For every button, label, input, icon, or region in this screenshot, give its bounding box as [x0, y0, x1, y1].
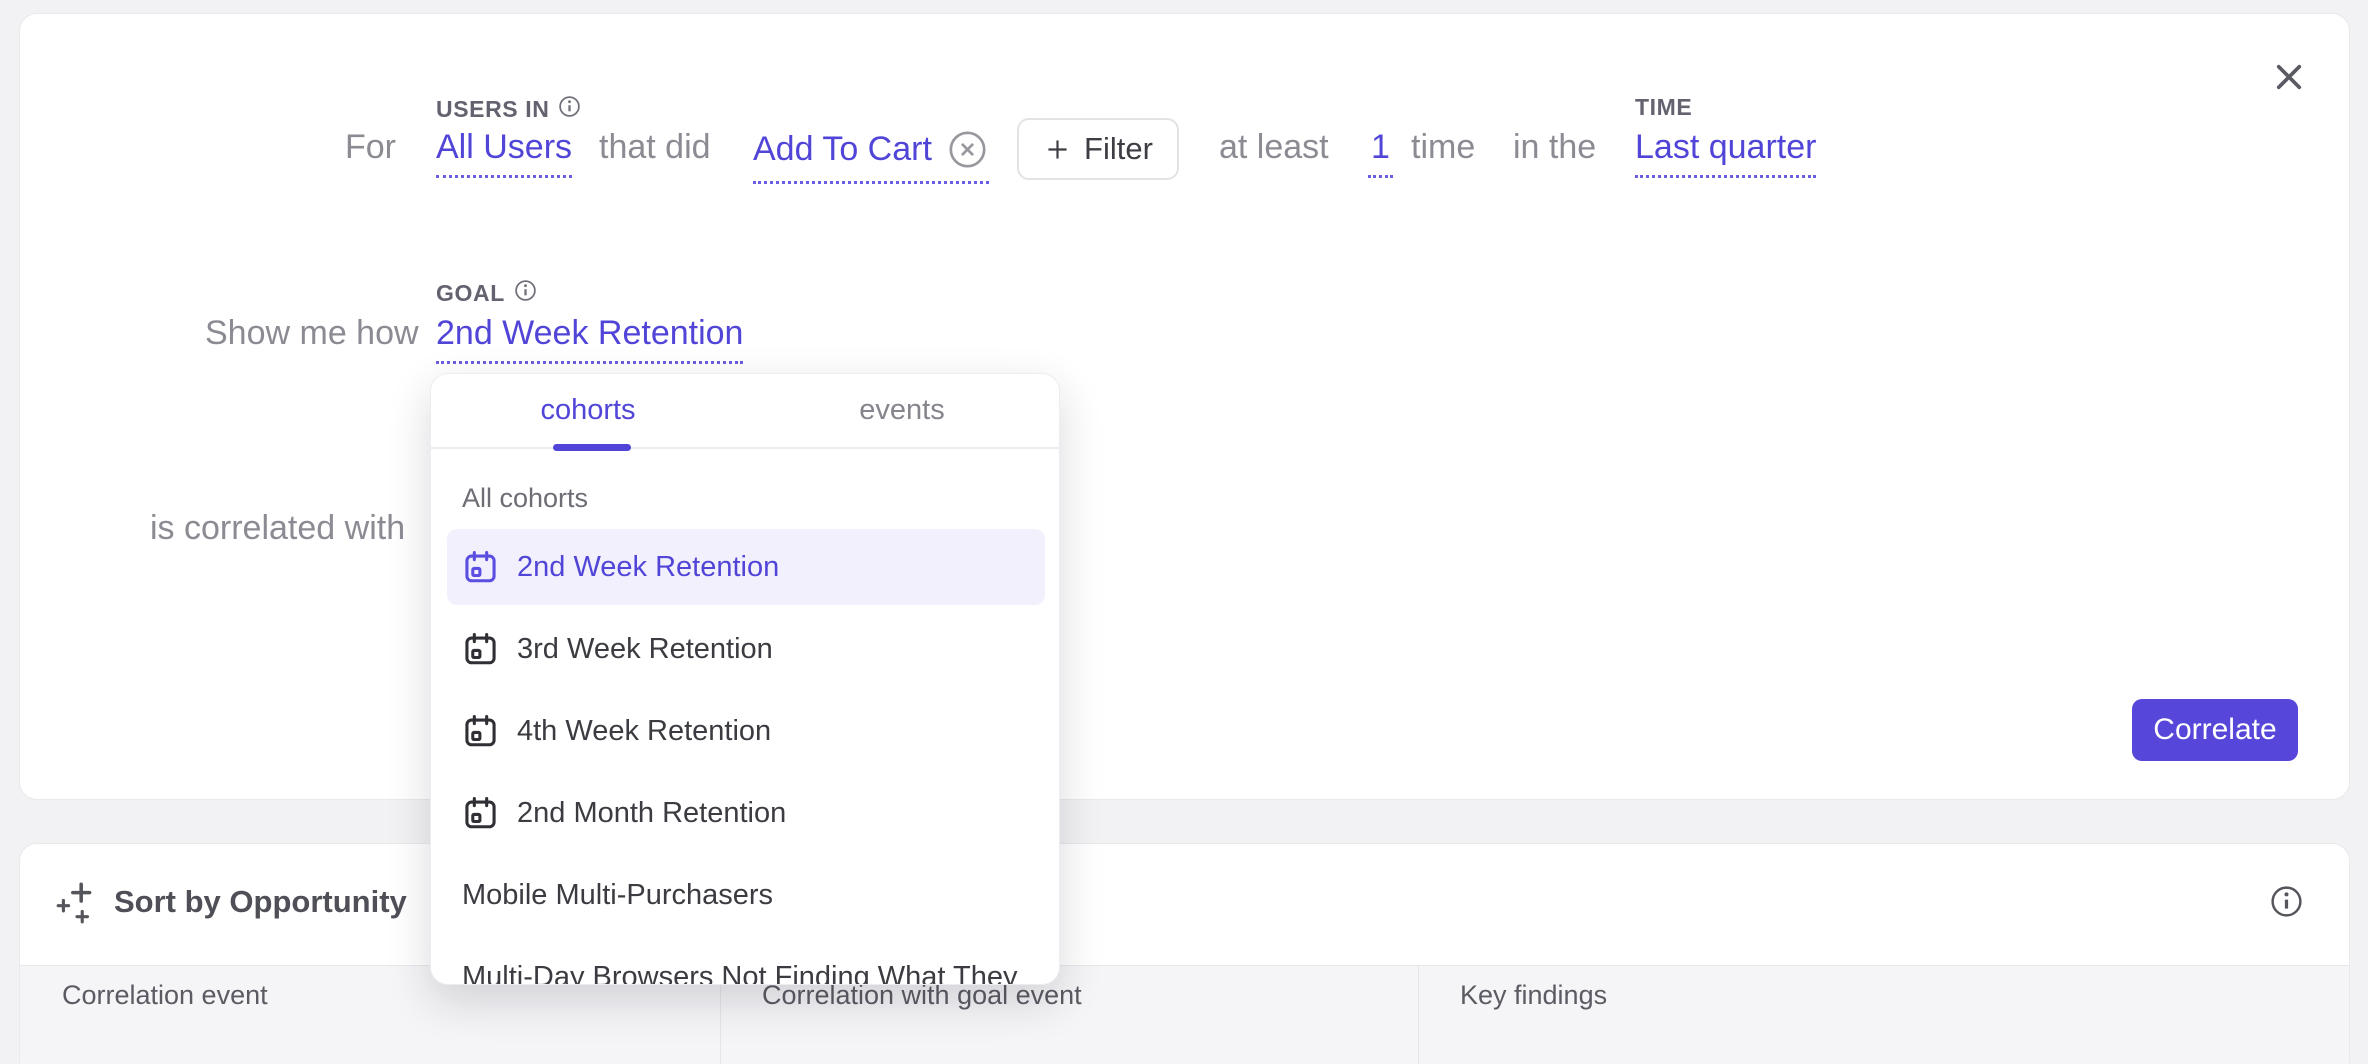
column-header-key-findings: Key findings: [1460, 980, 1607, 1011]
close-icon: [2270, 83, 2308, 100]
at-least-word: at least: [1219, 128, 1329, 167]
list-item-3rd-week-retention[interactable]: 3rd Week Retention: [447, 611, 1045, 687]
time-word: time: [1411, 128, 1475, 167]
goal-label: GOAL: [436, 278, 538, 309]
dropdown-section-label: All cohorts: [462, 483, 588, 514]
list-item-4th-week-retention[interactable]: 4th Week Retention: [447, 693, 1045, 769]
event-selector-value: Add To Cart: [753, 130, 932, 169]
column-divider: [1418, 966, 1419, 1064]
correlate-button-label: Correlate: [2153, 713, 2276, 747]
close-button[interactable]: [2270, 58, 2308, 96]
event-selector[interactable]: Add To Cart: [753, 128, 989, 184]
correlation-query-card: USERS IN TIME For All Users that did Add…: [19, 13, 2350, 800]
tab-cohorts[interactable]: cohorts: [431, 374, 745, 447]
goal-label-text: GOAL: [436, 280, 505, 307]
list-item-label: 2nd Week Retention: [517, 551, 779, 584]
list-item-label: Mobile Multi-Purchasers: [462, 879, 773, 912]
that-did-word: that did: [599, 128, 711, 167]
calendar-icon: [462, 631, 499, 668]
sort-by-opportunity-label: Sort by Opportunity: [114, 884, 407, 920]
cohort-selector[interactable]: All Users: [436, 128, 572, 178]
plus-icon: [1043, 135, 1072, 164]
show-me-how-word: Show me how: [205, 314, 419, 353]
info-icon[interactable]: [513, 278, 538, 309]
results-card: Sort by Opportunity Correlation event Co…: [19, 843, 2350, 1063]
time-range-selector[interactable]: Last quarter: [1635, 128, 1816, 178]
calendar-icon: [462, 795, 499, 832]
add-filter-button[interactable]: Filter: [1017, 118, 1179, 180]
time-label: TIME: [1635, 94, 1692, 121]
correlate-button[interactable]: Correlate: [2132, 699, 2298, 761]
results-info-button[interactable]: [2268, 883, 2305, 920]
dropdown-tabs: cohorts events: [431, 374, 1059, 449]
calendar-icon: [462, 713, 499, 750]
list-item-label: 2nd Month Retention: [517, 797, 786, 830]
remove-event-icon[interactable]: [946, 128, 989, 171]
sparkle-plus-icon: [54, 879, 100, 925]
cohort-picker-dropdown: cohorts events All cohorts 2nd Week Rete…: [430, 373, 1060, 985]
tab-events[interactable]: events: [745, 374, 1059, 447]
list-item-label: 3rd Week Retention: [517, 633, 773, 666]
add-filter-button-label: Filter: [1084, 131, 1153, 167]
in-the-word: in the: [1513, 128, 1596, 167]
is-correlated-with-word: is correlated with: [150, 509, 405, 548]
users-in-label-text: USERS IN: [436, 96, 549, 123]
info-icon[interactable]: [557, 94, 582, 125]
active-tab-underline: [553, 444, 631, 451]
goal-selector[interactable]: 2nd Week Retention: [436, 314, 743, 364]
list-item-multi-day-browsers[interactable]: Multi-Day Browsers Not Finding What They: [447, 939, 1045, 985]
times-count-field[interactable]: 1: [1368, 128, 1393, 178]
sort-by-opportunity-button[interactable]: Sort by Opportunity: [54, 879, 407, 925]
column-header-correlation-event: Correlation event: [62, 980, 268, 1011]
time-label-text: TIME: [1635, 94, 1692, 121]
for-word: For: [345, 128, 396, 167]
list-item-label: 4th Week Retention: [517, 715, 771, 748]
list-item-mobile-multi-purchasers[interactable]: Mobile Multi-Purchasers: [447, 857, 1045, 933]
info-icon: [2268, 907, 2305, 924]
calendar-icon: [462, 549, 499, 586]
users-in-label: USERS IN: [436, 94, 582, 125]
list-item-label: Multi-Day Browsers Not Finding What They: [462, 961, 1017, 986]
results-table-header: Correlation event Correlation with goal …: [20, 965, 2349, 1064]
list-item-2nd-month-retention[interactable]: 2nd Month Retention: [447, 775, 1045, 851]
list-item-2nd-week-retention[interactable]: 2nd Week Retention: [447, 529, 1045, 605]
